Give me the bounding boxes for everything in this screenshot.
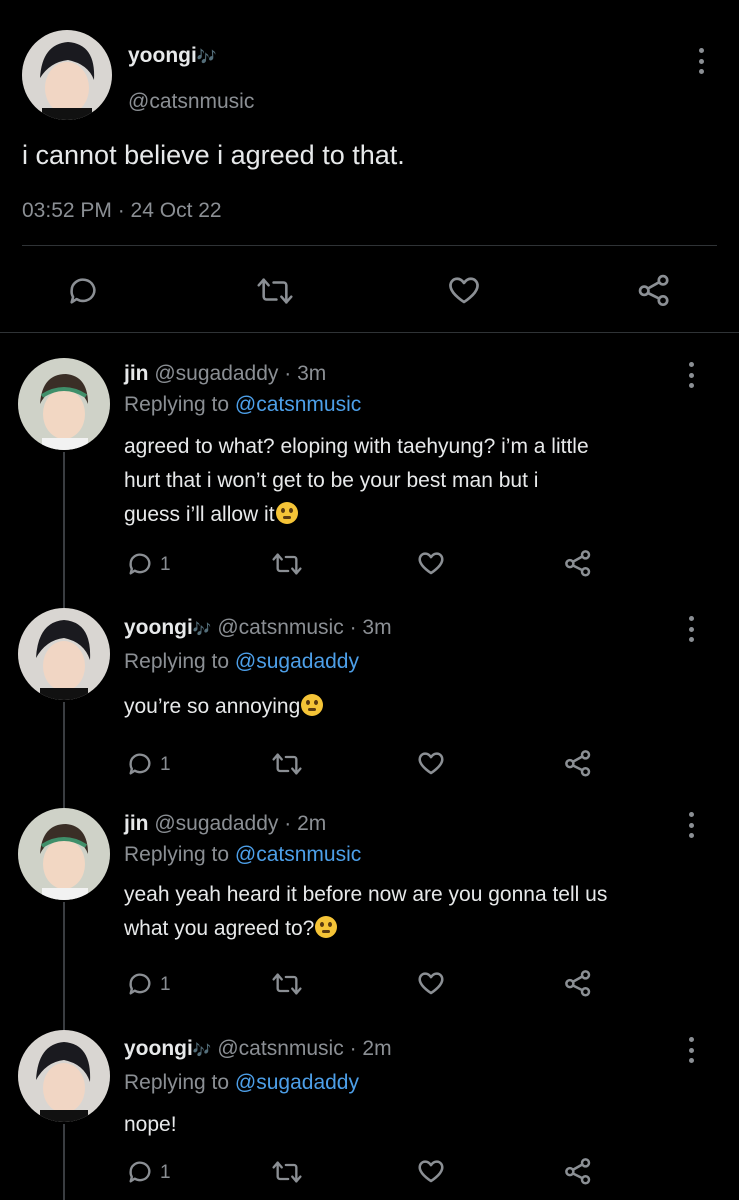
reply-display-name[interactable]: yoongi🎶 xyxy=(124,1037,212,1060)
replying-to: Replying to @sugadaddy xyxy=(124,1071,359,1094)
share-icon[interactable] xyxy=(563,1156,593,1186)
reply-time[interactable]: · 2m xyxy=(350,1037,392,1060)
more-icon[interactable] xyxy=(686,1037,696,1063)
like-icon[interactable] xyxy=(416,1156,446,1186)
reply-handle[interactable]: @sugadaddy xyxy=(154,812,278,835)
more-icon[interactable] xyxy=(686,362,696,388)
reply-header: yoongi🎶 @catsnmusic · 3m xyxy=(124,616,392,640)
reply-icon[interactable] xyxy=(126,550,154,578)
reply-header: jin @sugadaddy · 2m xyxy=(124,812,326,836)
reply-handle[interactable]: @sugadaddy xyxy=(154,362,278,385)
reply-count: 1 xyxy=(160,974,171,995)
mention-link[interactable]: @catsnmusic xyxy=(235,393,361,416)
like-icon[interactable] xyxy=(416,968,446,998)
thinking-face-emoji xyxy=(275,502,298,524)
mention-link[interactable]: @catsnmusic xyxy=(235,843,361,866)
music-notes-emoji: 🎶 xyxy=(192,621,212,638)
retweet-icon[interactable] xyxy=(270,970,304,998)
reply-text: yeah yeah heard it before now are you go… xyxy=(124,883,608,940)
main-handle[interactable]: @catsnmusic xyxy=(128,90,254,114)
divider xyxy=(22,245,717,246)
reply-text: you’re so annoying xyxy=(124,690,324,724)
reply-text: nope! xyxy=(124,1113,177,1136)
main-avatar[interactable] xyxy=(22,30,112,120)
replying-to: Replying to @catsnmusic xyxy=(124,393,362,416)
replying-to: Replying to @catsnmusic xyxy=(124,843,362,866)
mention-link[interactable]: @sugadaddy xyxy=(235,1071,359,1094)
kissing-face-emoji xyxy=(315,916,338,938)
reply-header: jin @sugadaddy · 3m xyxy=(124,362,326,386)
retweet-icon[interactable] xyxy=(270,750,304,778)
like-icon[interactable] xyxy=(446,272,482,308)
more-icon[interactable] xyxy=(686,616,696,642)
thread-line xyxy=(63,702,65,808)
reply-header: yoongi🎶 @catsnmusic · 2m xyxy=(124,1037,392,1061)
reply-display-name[interactable]: jin xyxy=(124,812,149,835)
retweet-icon[interactable] xyxy=(270,550,304,578)
replying-to: Replying to @sugadaddy xyxy=(124,650,359,673)
thread-line xyxy=(63,452,65,610)
music-notes-emoji: 🎶 xyxy=(192,1042,212,1059)
reply-count: 1 xyxy=(160,754,171,775)
share-icon[interactable] xyxy=(563,748,593,778)
reply-icon[interactable] xyxy=(126,970,154,998)
retweet-icon[interactable] xyxy=(270,1158,304,1186)
thread-line xyxy=(63,902,65,1030)
like-icon[interactable] xyxy=(416,548,446,578)
music-notes-emoji: 🎶 xyxy=(196,49,217,66)
reply-time[interactable]: · 3m xyxy=(284,362,326,385)
reply-icon[interactable] xyxy=(66,274,100,308)
share-icon[interactable] xyxy=(636,272,672,308)
reply-text: agreed to what? eloping with taehyung? i… xyxy=(124,435,589,526)
share-icon[interactable] xyxy=(563,548,593,578)
reply-display-name[interactable]: yoongi🎶 xyxy=(124,616,212,639)
like-icon[interactable] xyxy=(416,748,446,778)
main-display-name[interactable]: yoongi🎶 xyxy=(128,44,217,68)
share-icon[interactable] xyxy=(563,968,593,998)
reply-icon[interactable] xyxy=(126,750,154,778)
more-icon[interactable] xyxy=(696,48,706,74)
retweet-icon[interactable] xyxy=(255,274,295,308)
reply-handle[interactable]: @catsnmusic xyxy=(217,616,343,639)
reply-count: 1 xyxy=(160,1162,171,1183)
reply-icon[interactable] xyxy=(126,1158,154,1186)
eye-roll-emoji xyxy=(301,694,324,716)
more-icon[interactable] xyxy=(686,812,696,838)
reply-avatar[interactable] xyxy=(18,358,110,450)
reply-handle[interactable]: @catsnmusic xyxy=(217,1037,343,1060)
reply-display-name[interactable]: jin xyxy=(124,362,149,385)
reply-count: 1 xyxy=(160,554,171,575)
reply-avatar[interactable] xyxy=(18,1030,110,1122)
mention-link[interactable]: @sugadaddy xyxy=(235,650,359,673)
reply-time[interactable]: · 2m xyxy=(284,812,326,835)
thread-line xyxy=(63,1124,65,1200)
main-timestamp[interactable]: 03:52 PM · 24 Oct 22 xyxy=(22,199,222,223)
reply-avatar[interactable] xyxy=(18,808,110,900)
divider xyxy=(0,332,739,333)
reply-avatar[interactable] xyxy=(18,608,110,700)
reply-time[interactable]: · 3m xyxy=(350,616,392,639)
main-tweet-text: i cannot believe i agreed to that. xyxy=(22,140,405,170)
